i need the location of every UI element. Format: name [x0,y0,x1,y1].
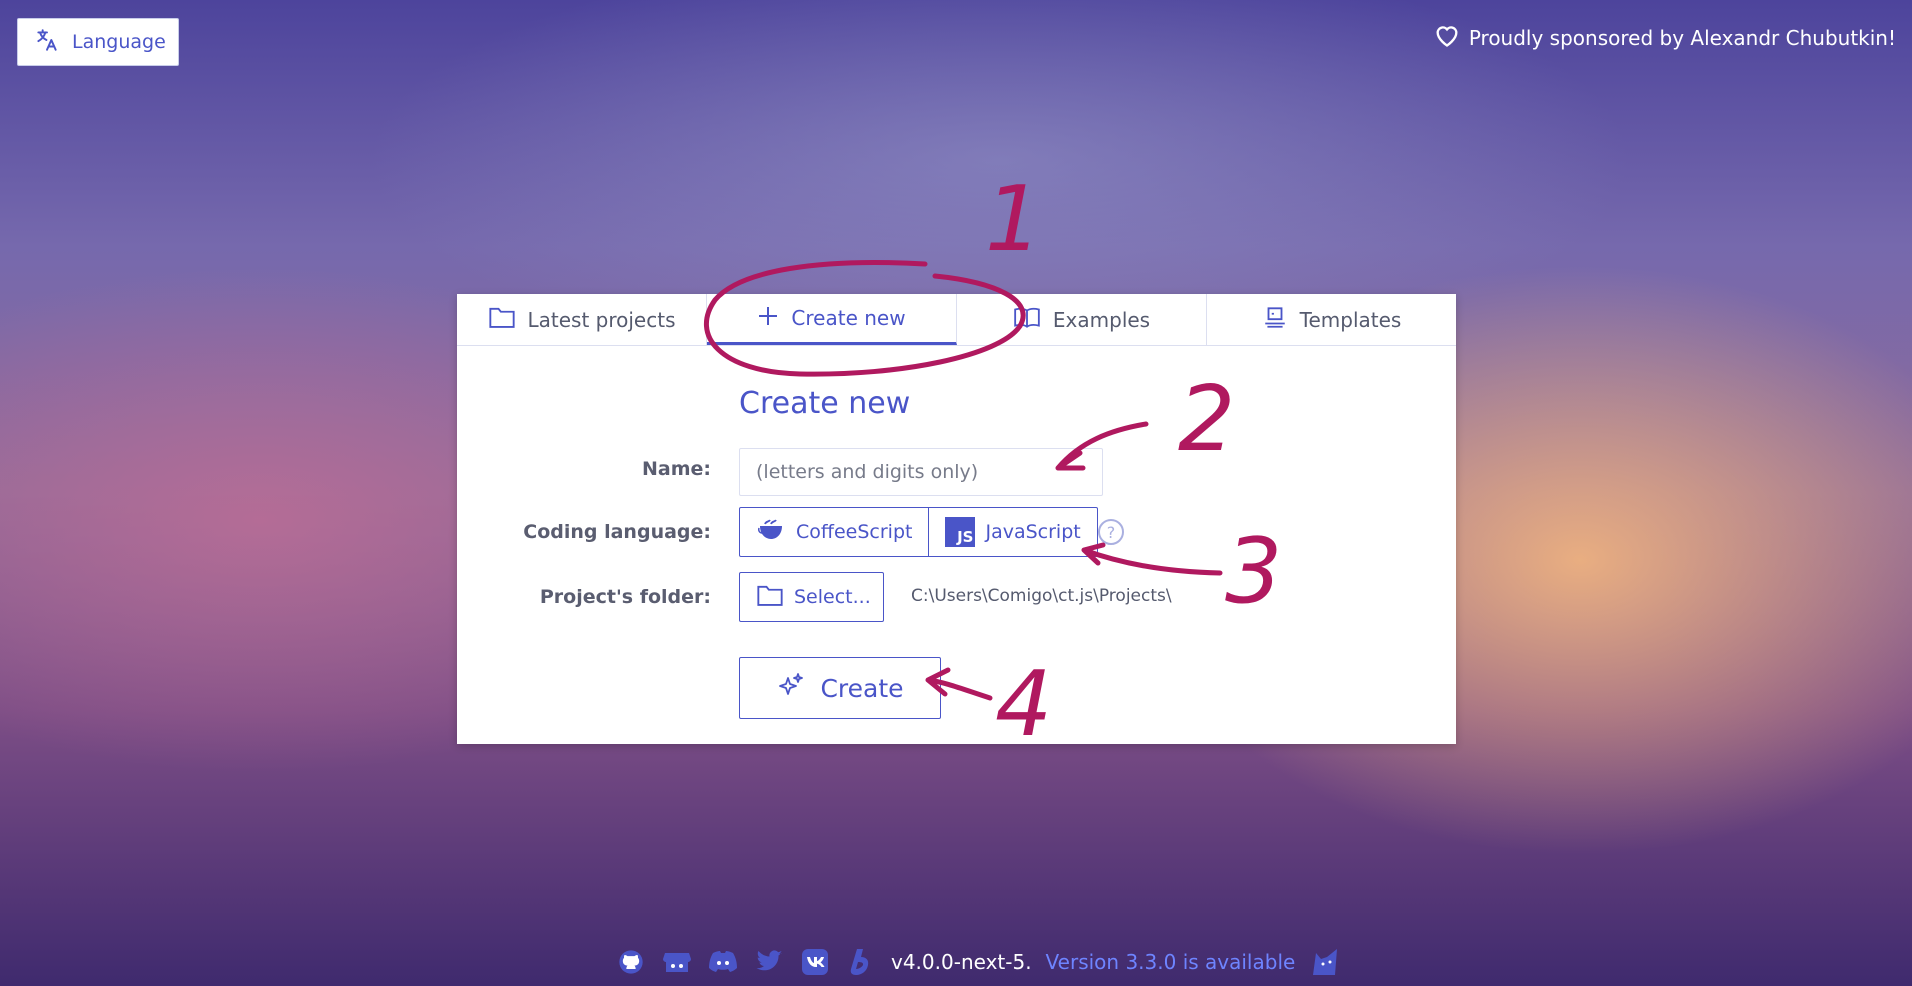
itch-icon[interactable] [661,946,693,978]
vk-icon[interactable] [799,946,831,978]
footer: v4.0.0-next-5. Version 3.3.0 is availabl… [615,944,1341,980]
tab-label: Create new [791,306,906,330]
plus-icon [757,305,779,332]
name-input[interactable] [739,448,1103,496]
javascript-label: JavaScript [985,521,1081,543]
tab-templates[interactable]: Templates [1207,294,1456,345]
create-button[interactable]: Create [739,657,941,719]
sponsor-link[interactable]: Proudly sponsored by Alexandr Chubutkin! [1433,22,1896,53]
tab-latest-projects[interactable]: Latest projects [457,294,707,345]
update-link[interactable]: Version 3.3.0 is available [1046,950,1296,974]
coffeescript-option[interactable]: CoffeeScript [740,508,928,556]
form-title: Create new [739,386,911,421]
tab-bar: Latest projects Create new Examples Temp… [457,294,1456,346]
boosty-icon[interactable] [845,946,877,978]
ctjs-cat-icon[interactable] [1309,946,1341,978]
tab-label: Latest projects [527,307,676,332]
tab-label: Examples [1052,307,1151,332]
coffeescript-label: CoffeeScript [796,521,913,543]
create-label: Create [820,673,904,703]
heart-icon [1433,22,1461,53]
select-folder-button[interactable]: Select... [739,572,884,622]
twitter-icon[interactable] [753,946,785,978]
name-label: Name: [641,458,711,480]
tab-create-new[interactable]: Create new [707,294,957,345]
help-icon[interactable]: ? [1098,519,1124,545]
coding-language-toggle: CoffeeScript JS JavaScript [739,507,1098,557]
templates-icon [1262,304,1288,335]
language-label: Language [72,31,166,53]
select-label: Select... [794,586,871,608]
coffee-cup-icon [756,516,786,549]
javascript-option[interactable]: JS JavaScript [928,508,1096,556]
version-text: v4.0.0-next-5. [891,950,1032,974]
folder-icon [756,582,784,613]
js-icon: JS [945,517,976,547]
project-panel: Latest projects Create new Examples Temp… [457,294,1456,744]
discord-icon[interactable] [707,946,739,978]
translate-icon [34,27,60,58]
sparkles-icon [776,670,806,706]
tab-label: Templates [1299,307,1402,332]
folder-icon [488,304,516,335]
folder-path: C:\Users\Comigo\ct.js\Projects\ [911,586,1172,606]
sponsor-text: Proudly sponsored by Alexandr Chubutkin! [1468,25,1896,50]
project-folder-label: Project's folder: [539,586,711,608]
annotation-number-1: 1 [985,167,1042,272]
coding-language-label: Coding language: [523,521,711,543]
language-button[interactable]: Language [17,18,179,66]
tab-examples[interactable]: Examples [957,294,1207,345]
book-icon [1013,304,1041,335]
github-icon[interactable] [615,946,647,978]
